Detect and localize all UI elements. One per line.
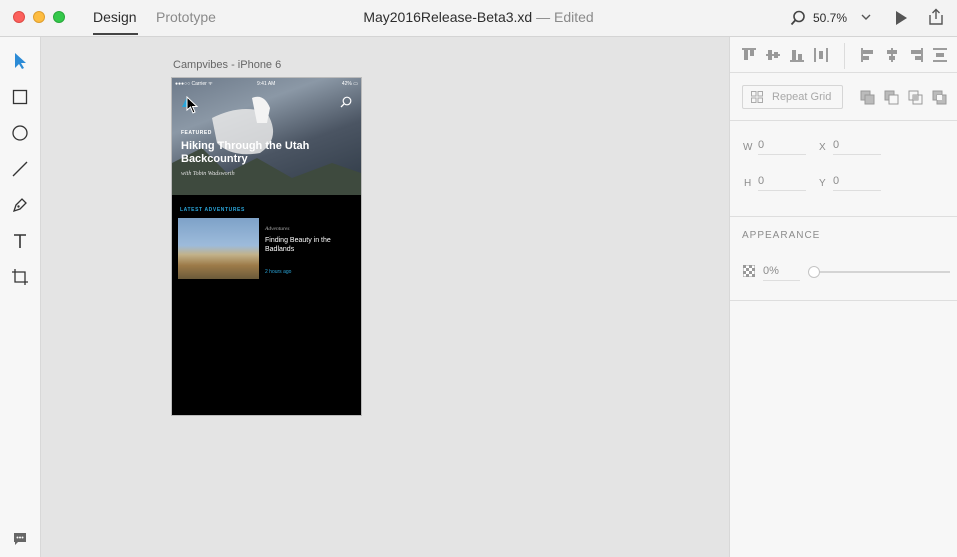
appearance-section: APPEARANCE 0% [730, 217, 957, 301]
artboard-label[interactable]: Campvibes - iPhone 6 [173, 59, 281, 71]
search-icon[interactable] [340, 96, 352, 108]
opacity-field[interactable]: 0% [763, 263, 800, 281]
select-arrow-icon[interactable] [11, 52, 29, 70]
boolean-intersect-icon[interactable] [908, 90, 923, 105]
mouse-cursor-icon [186, 96, 199, 114]
text-icon[interactable] [11, 232, 29, 250]
maximize-window-button[interactable] [53, 11, 65, 23]
hero-byline: with Tobin Wadsworth [181, 171, 235, 177]
status-battery: 42% ▭ [341, 81, 358, 87]
artboard[interactable]: ●●●○○ Carrier ᯤ 9:41 AM 42% ▭ FEATURED H… [171, 77, 362, 416]
y-label: Y [819, 178, 826, 189]
artboard-icon[interactable] [11, 268, 29, 286]
card-image[interactable] [178, 218, 259, 279]
width-field[interactable]: 0 [758, 137, 806, 155]
document-name: May2016Release-Beta3.xd [363, 9, 533, 25]
align-right-icon[interactable] [908, 47, 924, 63]
property-inspector: Repeat Grid W 0 X 0 H 0 Y 0 APPEARANCE 0… [729, 37, 957, 557]
minimize-window-button[interactable] [33, 11, 45, 23]
status-time: 9:41 AM [257, 81, 276, 87]
zoom-search-icon[interactable] [790, 10, 806, 26]
card-category: Adventures [265, 226, 290, 232]
align-toolbar [730, 37, 957, 73]
status-carrier: ●●●○○ Carrier ᯤ [175, 81, 213, 87]
boolean-subtract-icon[interactable] [884, 90, 899, 105]
repeat-grid-icon [751, 91, 763, 103]
chevron-down-icon[interactable] [860, 11, 872, 23]
close-window-button[interactable] [13, 11, 25, 23]
title-bar: Design Prototype May2016Release-Beta3.xd… [0, 0, 957, 37]
document-state: — Edited [536, 9, 594, 25]
pen-icon[interactable] [11, 196, 29, 214]
opacity-checker-icon [743, 265, 755, 277]
tab-prototype[interactable]: Prototype [156, 9, 216, 35]
dimensions-section: W 0 X 0 H 0 Y 0 [730, 121, 957, 217]
card-time: 2 hours ago [265, 269, 292, 275]
card-title: Finding Beauty in the Badlands [265, 237, 331, 253]
line-icon[interactable] [11, 160, 29, 178]
boolean-exclude-icon[interactable] [932, 90, 947, 105]
y-field[interactable]: 0 [833, 173, 881, 191]
boolean-add-icon[interactable] [860, 90, 875, 105]
distribute-horizontal-icon[interactable] [813, 47, 829, 63]
hero-mountain-goat-illustration [172, 96, 361, 195]
distribute-vertical-icon[interactable] [932, 47, 948, 63]
x-label: X [819, 142, 826, 153]
comment-icon[interactable] [13, 532, 27, 546]
align-bottom-icon[interactable] [789, 47, 805, 63]
appearance-title: APPEARANCE [742, 230, 821, 241]
play-icon[interactable] [893, 10, 909, 26]
tool-bar [0, 37, 41, 557]
height-field[interactable]: 0 [758, 173, 806, 191]
share-icon[interactable] [927, 8, 945, 26]
ellipse-icon[interactable] [11, 124, 29, 142]
toolbar-divider [844, 43, 845, 69]
status-bar: ●●●○○ Carrier ᯤ 9:41 AM 42% ▭ [175, 81, 358, 89]
rectangle-icon[interactable] [11, 88, 29, 106]
section-label: LATEST ADVENTURES [180, 207, 245, 213]
opacity-slider-track[interactable] [813, 271, 950, 273]
repeat-grid-label: Repeat Grid [772, 91, 832, 103]
hero-image[interactable]: ●●●○○ Carrier ᯤ 9:41 AM 42% ▭ FEATURED H… [172, 78, 361, 195]
align-left-icon[interactable] [860, 47, 876, 63]
canvas[interactable]: Campvibes - iPhone 6 ●●●○○ Carrier ᯤ 9:4… [41, 37, 729, 557]
align-middle-icon[interactable] [765, 47, 781, 63]
zoom-level[interactable]: 50.7% [813, 11, 847, 25]
opacity-slider-thumb[interactable] [808, 266, 820, 278]
align-center-icon[interactable] [884, 47, 900, 63]
align-top-icon[interactable] [741, 47, 757, 63]
tab-design[interactable]: Design [93, 9, 138, 35]
hero-kicker: FEATURED [181, 130, 212, 136]
hero-title: Hiking Through the Utah Backcountry [181, 140, 310, 165]
x-field[interactable]: 0 [833, 137, 881, 155]
height-label: H [744, 178, 752, 189]
width-label: W [743, 142, 753, 153]
repeat-grid-button[interactable]: Repeat Grid [742, 85, 843, 109]
